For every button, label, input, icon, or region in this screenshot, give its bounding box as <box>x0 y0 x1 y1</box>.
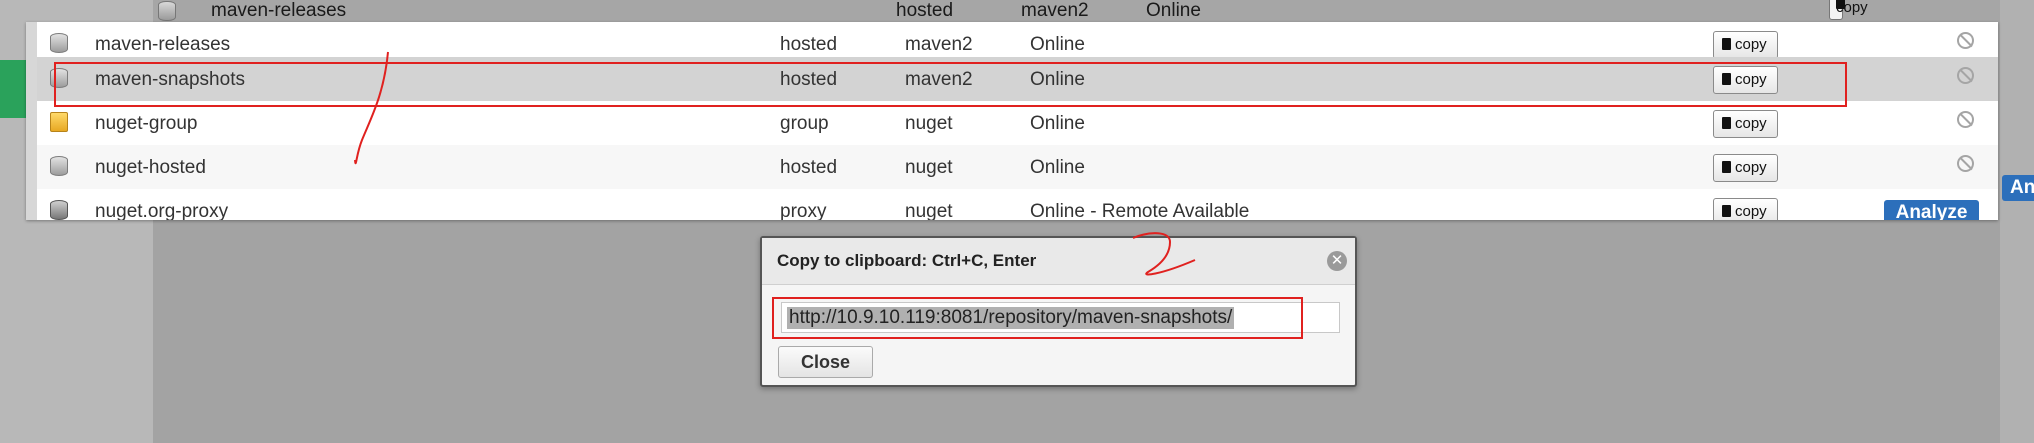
annotation-stroke-1 <box>354 51 389 165</box>
annotation-stroke-2 <box>1132 232 1196 276</box>
hand-drawn-annotations <box>354 51 1196 276</box>
